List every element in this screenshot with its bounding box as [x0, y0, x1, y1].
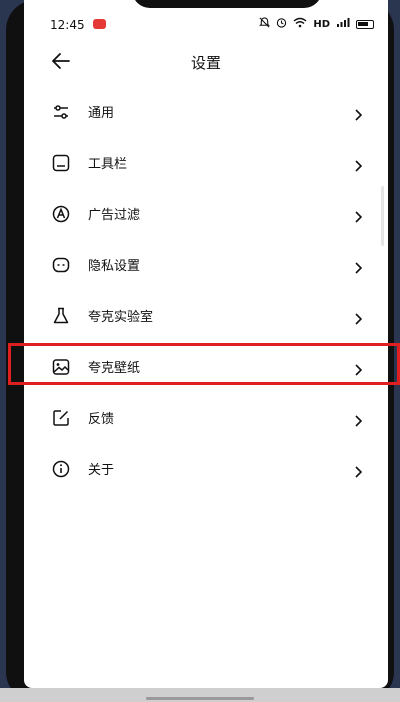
- chevron-right-icon: [354, 208, 363, 223]
- bottom-bar: [0, 688, 400, 702]
- privacy-icon: [52, 256, 70, 274]
- menu-item-privacy[interactable]: 隐私设置: [24, 239, 388, 290]
- status-icons: HD: [259, 17, 374, 31]
- chevron-right-icon: [354, 463, 363, 478]
- signal-icon: [336, 17, 350, 31]
- chevron-right-icon: [354, 412, 363, 427]
- toolbar-icon: [52, 154, 70, 172]
- chevron-right-icon: [354, 106, 363, 121]
- page-title: 设置: [190, 54, 221, 72]
- battery-icon: [356, 19, 374, 29]
- menu-item-label: 关于: [88, 463, 115, 478]
- menu-item-label: 工具栏: [88, 157, 128, 172]
- flask-icon: [52, 307, 70, 325]
- wifi-icon: [293, 17, 307, 31]
- menu-item-label: 反馈: [88, 412, 115, 427]
- menu-item-label: 夸克壁纸: [88, 361, 141, 376]
- sliders-icon: [52, 103, 70, 121]
- chevron-right-icon: [354, 259, 363, 274]
- app-notification-icon: [93, 19, 106, 29]
- network-type: HD: [313, 18, 330, 30]
- menu-item-ad-filter[interactable]: 广告过滤: [24, 188, 388, 239]
- menu-item-label: 夸克实验室: [88, 310, 154, 325]
- wallpaper-icon: [52, 358, 70, 376]
- menu-item-general[interactable]: 通用: [24, 86, 388, 137]
- chevron-right-icon: [354, 361, 363, 376]
- info-icon: [52, 460, 70, 478]
- status-time: 12:45: [50, 18, 85, 32]
- menu-item-feedback[interactable]: 反馈: [24, 392, 388, 443]
- menu-item-label: 通用: [88, 106, 115, 121]
- alarm-off-icon: [259, 17, 271, 31]
- ad-block-icon: [52, 205, 70, 223]
- alarm-clock-icon: [276, 17, 287, 31]
- header: 设置: [24, 40, 388, 82]
- feedback-icon: [52, 409, 70, 427]
- screen: 12:45 HD 设置 通用 工具栏 广告过滤 隐私设置 夸克实验室 夸克壁纸 …: [24, 0, 388, 688]
- menu-item-about[interactable]: 关于: [24, 443, 388, 494]
- menu-item-quark-lab[interactable]: 夸克实验室: [24, 290, 388, 341]
- status-bar: 12:45 HD: [24, 0, 388, 40]
- settings-menu: 通用 工具栏 广告过滤 隐私设置 夸克实验室 夸克壁纸 反馈 关于: [24, 86, 388, 494]
- menu-item-label: 隐私设置: [88, 259, 141, 274]
- menu-item-toolbar[interactable]: 工具栏: [24, 137, 388, 188]
- chevron-right-icon: [354, 310, 363, 325]
- menu-item-quark-wallpaper[interactable]: 夸克壁纸: [24, 341, 388, 392]
- chevron-right-icon: [354, 157, 363, 172]
- home-indicator[interactable]: [146, 697, 254, 700]
- menu-item-label: 广告过滤: [88, 208, 141, 223]
- scroll-indicator: [381, 186, 384, 246]
- phone-frame: 12:45 HD 设置 通用 工具栏 广告过滤 隐私设置 夸克实验室 夸克壁纸 …: [6, 0, 394, 702]
